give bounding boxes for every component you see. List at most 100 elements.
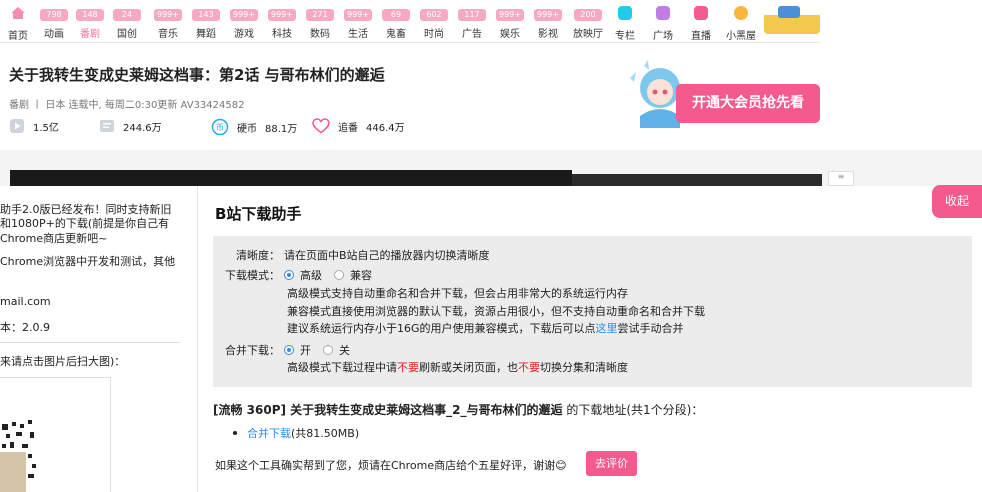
play-icon — [10, 119, 24, 133]
mode-row: 下载模式： 高级 兼容 — [214, 267, 384, 283]
info-line: 和1080P+的下载(前提是你自己有 — [0, 217, 170, 230]
nav-label: 数码 — [310, 29, 330, 40]
nav-item-game[interactable]: 999+ 游戏 — [226, 6, 262, 40]
nav-item-live[interactable]: 直播 — [683, 6, 719, 42]
play-count-value: 1.5亿 — [33, 122, 59, 134]
download-list-item: 合并下载 (共81.50MB) — [233, 425, 359, 441]
mode-compat-option[interactable]: 兼容 — [334, 267, 372, 283]
nav-badge: 999+ — [154, 9, 182, 21]
player-controls-bar[interactable] — [572, 174, 822, 186]
player-progress-bar[interactable] — [10, 170, 572, 186]
merge-label: 合并下载： — [225, 344, 280, 357]
nav-badge: 271 — [306, 9, 334, 21]
nav-label: 科技 — [272, 29, 292, 40]
merge-off-option[interactable]: 关 — [323, 342, 350, 358]
nav-label: 生活 — [348, 29, 368, 40]
coin-count[interactable]: 币 硬币 88.1万 — [211, 118, 297, 136]
quality-label: 清晰度： — [236, 249, 280, 262]
nav-item-home[interactable]: 首页 — [0, 6, 36, 42]
nav-item-movie[interactable]: 999+ 影视 — [530, 6, 566, 40]
merge-off-radio[interactable] — [323, 345, 333, 355]
svg-text:币: 币 — [216, 123, 224, 132]
square-icon — [656, 6, 670, 20]
version-text: 本：2.0.9 — [0, 321, 50, 334]
play-count: 1.5亿 — [9, 118, 59, 134]
nav-badge: 69 — [382, 9, 410, 21]
nav-item-life[interactable]: 999+ 生活 — [340, 6, 376, 40]
danmaku-count: 244.6万 — [99, 118, 162, 134]
nav-item-tech[interactable]: 999+ 科技 — [264, 6, 300, 40]
nav-label: 专栏 — [615, 31, 635, 42]
nav-item-digital[interactable]: 271 数码 — [302, 6, 338, 40]
nav-item-fashion[interactable]: 602 时尚 — [416, 6, 452, 40]
top-nav: 首页 798 动画 148 番剧 24 国创 999+ 音乐 143 舞蹈 99… — [0, 0, 982, 44]
nav-label: 小黑屋 — [726, 31, 756, 42]
nav-badge: 999+ — [268, 9, 296, 21]
nav-label: 放映厅 — [573, 29, 603, 40]
follow-count-value: 446.4万 — [366, 122, 405, 134]
download-size: (共81.50MB) — [291, 427, 360, 440]
nav-item-animation[interactable]: 798 动画 — [36, 6, 72, 40]
nav-divider — [0, 42, 820, 43]
nav-item-ent[interactable]: 999+ 娱乐 — [492, 6, 528, 40]
mode-advanced-label: 高级 — [300, 269, 322, 282]
nav-badge: 999+ — [496, 9, 524, 21]
manual-merge-link[interactable]: 这里 — [596, 322, 618, 335]
nav-item-kichiku[interactable]: 69 鬼畜 — [378, 6, 414, 40]
merge-desc-warning-1: 不要 — [397, 361, 419, 374]
mode-advanced-radio[interactable] — [284, 270, 294, 280]
merge-on-radio[interactable] — [284, 345, 294, 355]
nav-badge: 999+ — [344, 9, 372, 21]
merge-desc: 高级模式下载过程中请不要刷新或关闭页面，也不要切换分集和清晰度 — [287, 359, 628, 375]
nav-badge: 798 — [40, 9, 68, 21]
nav-item-square[interactable]: 广场 — [645, 6, 681, 42]
nav-label: 影视 — [538, 29, 558, 40]
nav-item-cinema[interactable]: 200 放映厅 — [568, 6, 608, 40]
mode-desc-3: 建议系统运行内存小于16G的用户使用兼容模式，下载后可以点这里尝试手动合并 — [287, 320, 684, 336]
nav-item-ad[interactable]: 117 广告 — [454, 6, 490, 40]
coin-icon: 币 — [211, 118, 229, 136]
merge-off-label: 关 — [339, 344, 350, 357]
nav-badge: 24 — [113, 9, 141, 21]
mode-desc-3-post: 尝试手动合并 — [617, 322, 684, 335]
nav-mascot-image[interactable] — [764, 2, 820, 34]
merge-desc-1: 高级模式下载过程中请 — [287, 361, 397, 374]
follow-label: 追番 — [338, 122, 358, 134]
live-icon — [694, 6, 708, 20]
follow-count[interactable]: 追番 446.4万 — [312, 118, 405, 134]
nav-item-column[interactable]: 专栏 — [607, 6, 643, 42]
nav-item-guochuang[interactable]: 24 国创 — [109, 6, 145, 40]
bullet-icon — [233, 431, 237, 435]
nav-item-dance[interactable]: 143 舞蹈 — [188, 6, 224, 40]
danmaku-icon — [100, 120, 114, 132]
contact-email: mail.com — [0, 295, 51, 308]
vip-button[interactable]: 开通大会员抢先看 — [676, 84, 820, 123]
info-line: Chrome商店更新吧~ — [0, 232, 108, 245]
download-heading-suffix: 的下载地址(共1个分段)： — [562, 403, 704, 417]
merge-on-label: 开 — [300, 344, 311, 357]
nav-item-blackroom[interactable]: 小黑屋 — [721, 6, 761, 42]
merge-download-link[interactable]: 合并下载 — [247, 425, 291, 441]
nav-label: 广场 — [653, 31, 673, 42]
player-side-button[interactable]: ≡ — [828, 171, 854, 186]
qr-code-image[interactable] — [0, 418, 40, 492]
merge-desc-2: 刷新或关闭页面，也 — [419, 361, 518, 374]
mode-label: 下载模式： — [225, 269, 280, 282]
nav-badge: 117 — [458, 9, 486, 21]
download-heading: [流畅 360P] 关于我转生变成史莱姆这档事_2_与哥布林们的邂逅 的下载地址… — [213, 401, 703, 418]
mode-advanced-option[interactable]: 高级 — [284, 267, 322, 283]
collapse-button[interactable]: 收起 — [932, 185, 982, 218]
panel-divider — [0, 342, 180, 343]
nav-item-music[interactable]: 999+ 音乐 — [150, 6, 186, 40]
mode-compat-radio[interactable] — [334, 270, 344, 280]
merge-on-option[interactable]: 开 — [284, 342, 311, 358]
nav-label: 音乐 — [158, 29, 178, 40]
nav-item-bangumi[interactable]: 148 番剧 — [72, 6, 108, 40]
nav-badge: 200 — [574, 9, 602, 21]
nav-badge: 999+ — [230, 9, 258, 21]
review-button[interactable]: 去评价 — [586, 451, 637, 476]
mode-desc-3-pre: 建议系统运行内存小于16G的用户使用兼容模式，下载后可以点 — [287, 322, 596, 335]
video-stats: 1.5亿 244.6万 币 硬币 88.1万 追番 446.4万 — [9, 118, 429, 138]
quality-text: 请在页面中B站自己的播放器内切换清晰度 — [284, 249, 490, 262]
nav-label: 国创 — [117, 29, 137, 40]
